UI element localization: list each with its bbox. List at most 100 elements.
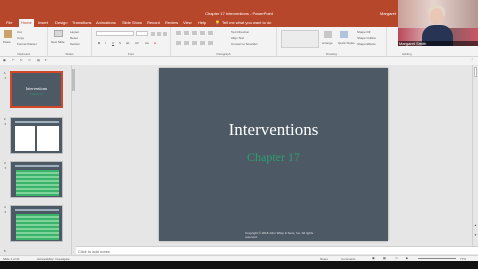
increase-indent-icon[interactable] (200, 31, 205, 35)
text-direction-button[interactable]: Text Direction (231, 30, 249, 34)
taskbar (0, 261, 478, 269)
tab-help[interactable]: Help (198, 20, 206, 25)
arrange-icon[interactable] (324, 31, 332, 38)
numbering-icon[interactable] (184, 31, 189, 35)
zoom-slider[interactable] (418, 258, 456, 259)
shrink-font-icon[interactable] (157, 32, 161, 36)
group-drawing: Arrange Quick Styles Shape Fill Shape Ou… (277, 27, 387, 57)
editing-label: Editing (402, 52, 412, 56)
clipboard-label: Clipboard (17, 52, 30, 56)
slide-subtitle[interactable]: Chapter 17 (159, 150, 388, 165)
tab-slide-show[interactable]: Slide Show (122, 20, 142, 25)
underline-icon[interactable]: U (112, 41, 114, 45)
slide-thumbnails-panel[interactable]: 1 ★ Interventions Chapter 17 2 ★ 3 ★ 4 ★… (0, 65, 71, 255)
group-font: B I U S ab AV Aa A Font (92, 27, 171, 57)
copy-button[interactable]: Copy (17, 36, 24, 40)
lightbulb-icon: 💡 (215, 20, 220, 25)
next-slide-icon[interactable]: ▼ (474, 233, 477, 237)
grow-font-icon[interactable] (151, 32, 155, 36)
group-paragraph: Text Direction Align Text Convert to Sma… (171, 27, 277, 57)
reading-view-icon[interactable]: ▭ (395, 256, 398, 260)
tab-review[interactable]: Review (165, 20, 178, 25)
notes-placeholder[interactable]: Click to add notes (78, 249, 110, 254)
layout-button[interactable]: Layout (70, 30, 79, 34)
tab-home[interactable]: Home (19, 19, 34, 27)
copyright-text: Copyright © 2018 John Wiley & Sons, Inc.… (245, 231, 314, 239)
transition-star-icon: ★ (4, 122, 7, 126)
change-case-icon[interactable]: Aa (145, 41, 149, 45)
char-spacing-icon[interactable]: AV (135, 41, 139, 45)
section-button[interactable]: Section (70, 42, 80, 46)
quick-styles-icon[interactable] (340, 31, 348, 38)
group-slides: New Slide Layout Reset Section Slides (48, 27, 92, 57)
line-spacing-icon[interactable] (208, 31, 213, 35)
convert-smartart-button[interactable]: Convert to SmartArt (231, 42, 258, 46)
redo-icon[interactable]: ↻ (20, 58, 23, 62)
cut-button[interactable]: Cut (17, 30, 22, 34)
font-name-box[interactable] (96, 31, 134, 36)
font-size-box[interactable] (136, 31, 148, 36)
customize-icon[interactable]: ▾ (45, 58, 47, 62)
webcam-name-label: Margaret Smith (398, 41, 478, 46)
tab-file[interactable]: File (6, 20, 12, 25)
paragraph-label: Paragraph (216, 52, 231, 56)
drawing-label: Drawing (325, 52, 337, 56)
undo-icon[interactable]: ↶ (12, 58, 15, 62)
tab-design[interactable]: Design (55, 20, 67, 25)
collapse-ribbon-icon[interactable]: ⌃ (471, 58, 474, 62)
shadow-icon[interactable]: S (119, 41, 121, 45)
align-left-icon[interactable] (176, 41, 181, 45)
tab-insert[interactable]: Insert (38, 20, 48, 25)
font-color-icon[interactable]: A (154, 41, 156, 45)
justify-icon[interactable] (200, 41, 205, 45)
strikethrough-icon[interactable]: ab (126, 41, 129, 45)
shape-fill-button[interactable]: Shape Fill (357, 30, 370, 34)
group-clipboard: Paste Cut Copy Format Painter Clipboard (0, 27, 48, 57)
slideshow-icon[interactable]: ▤ (37, 58, 40, 62)
slide-title[interactable]: Interventions (159, 120, 388, 140)
tab-animations[interactable]: Animations (96, 20, 116, 25)
align-right-icon[interactable] (192, 41, 197, 45)
slideshow-view-icon[interactable]: ▶ (406, 256, 408, 260)
clear-formatting-icon[interactable] (163, 32, 167, 36)
user-name[interactable]: Margaret (380, 11, 396, 16)
bullets-icon[interactable] (176, 31, 181, 35)
webcam-video: Margaret Smith (398, 0, 478, 46)
slides-label: Slides (65, 52, 74, 56)
prev-slide-icon[interactable]: ▲ (474, 223, 477, 227)
shape-effects-button[interactable]: Shape Effects (357, 42, 376, 46)
shape-outline-button[interactable]: Shape Outline (357, 36, 376, 40)
new-slide-button[interactable]: New Slide (51, 40, 65, 44)
panel-scrollbar[interactable] (71, 65, 75, 255)
save-icon[interactable]: ▣ (3, 58, 6, 62)
slide-sorter-icon[interactable]: ▦ (383, 256, 386, 260)
presenter-icon[interactable]: ▭ (28, 58, 31, 62)
tell-me-search[interactable]: Tell me what you want to do (222, 20, 271, 25)
notes-pane[interactable]: Click to add notes (76, 246, 478, 254)
new-slide-icon[interactable] (54, 30, 63, 37)
shapes-gallery[interactable] (281, 30, 319, 48)
reset-button[interactable]: Reset (70, 36, 78, 40)
tab-view[interactable]: View (183, 20, 192, 25)
bold-icon[interactable]: B (98, 41, 100, 45)
tab-record[interactable]: Record (147, 20, 160, 25)
arrange-button[interactable]: Arrange (322, 41, 333, 45)
align-center-icon[interactable] (184, 41, 189, 45)
decrease-indent-icon[interactable] (192, 31, 197, 35)
font-label: Font (127, 52, 134, 56)
normal-view-icon[interactable]: ▣ (372, 256, 375, 260)
presenter-face (430, 8, 443, 25)
canvas-scrollbar[interactable]: ▲ ▼ (472, 65, 478, 246)
align-text-button[interactable]: Align Text (231, 36, 244, 40)
paste-icon[interactable] (4, 30, 12, 38)
transition-star-icon: ★ (4, 210, 7, 214)
tab-transitions[interactable]: Transitions (72, 20, 91, 25)
paste-button[interactable]: Paste (3, 40, 11, 44)
format-painter-button[interactable]: Format Painter (17, 42, 37, 46)
quick-styles-button[interactable]: Quick Styles (338, 41, 355, 45)
quick-access-toolbar: ▣ ↶ ↻ ▭ ▤ ▾ ⌃ (0, 57, 478, 65)
italic-icon[interactable]: I (105, 41, 106, 45)
transition-star-icon: ★ (4, 166, 7, 170)
current-slide[interactable]: Interventions Chapter 17 Copyright © 201… (159, 68, 388, 241)
columns-icon[interactable] (208, 41, 213, 45)
